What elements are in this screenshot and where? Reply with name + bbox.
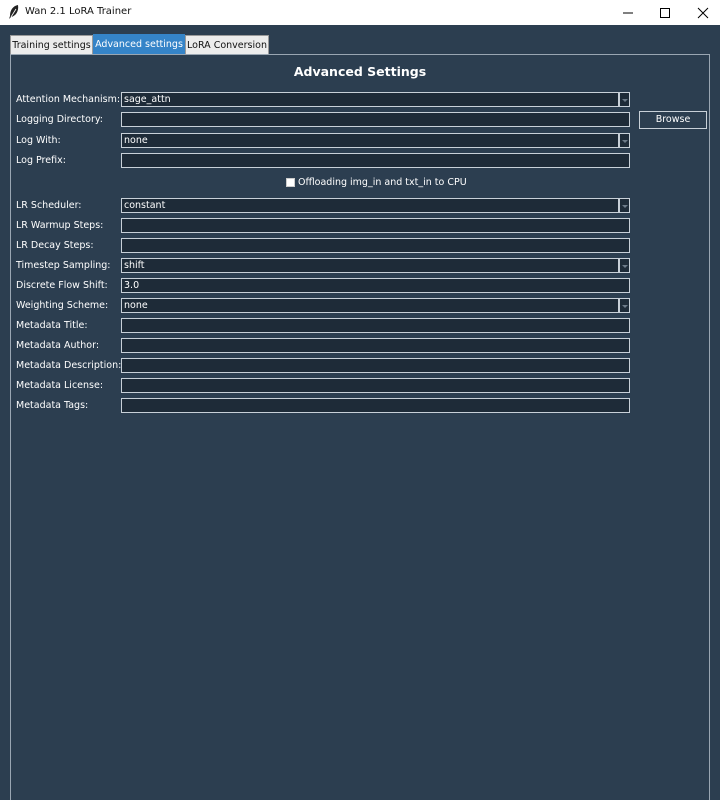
log-prefix-label: Log Prefix: [16,155,66,166]
attention-mechanism-combobox[interactable]: sage_attn [121,92,619,107]
metadata-description-label: Metadata Description: [16,360,122,371]
lr-scheduler-combobox[interactable]: constant [121,198,619,213]
attention-mechanism-label: Attention Mechanism: [16,94,121,105]
panel-heading: Advanced Settings [293,64,427,79]
lr-scheduler-label: LR Scheduler: [16,200,82,211]
weighting-scheme-dropdown-arrow[interactable] [619,298,630,313]
metadata-author-label: Metadata Author: [16,340,100,351]
lr-decay-steps-label: LR Decay Steps: [16,240,94,251]
metadata-description-input[interactable] [121,358,630,373]
log-prefix-input[interactable] [121,153,630,168]
logging-directory-label: Logging Directory: [16,114,104,125]
feather-icon [7,4,21,20]
tab-advanced-settings[interactable]: Advanced settings [93,34,185,54]
timestep-sampling-dropdown-arrow[interactable] [619,258,630,273]
browse-button[interactable]: Browse [639,111,707,129]
window-title: Wan 2.1 LoRA Trainer [25,6,132,17]
close-button[interactable] [680,0,720,25]
title-bar: Wan 2.1 LoRA Trainer [0,0,720,25]
log-with-label: Log With: [16,135,61,146]
logging-directory-input[interactable] [121,112,630,127]
offload-checkbox-label: Offloading img_in and txt_in to CPU [298,177,467,188]
discrete-flow-shift-input[interactable]: 3.0 [121,278,630,293]
metadata-tags-label: Metadata Tags: [16,400,89,411]
weighting-scheme-label: Weighting Scheme: [16,300,109,311]
metadata-tags-input[interactable] [121,398,630,413]
discrete-flow-shift-label: Discrete Flow Shift: [16,280,108,291]
metadata-license-label: Metadata License: [16,380,104,391]
log-with-combobox[interactable]: none [121,133,619,148]
offload-checkbox[interactable] [286,178,295,187]
weighting-scheme-combobox[interactable]: none [121,298,619,313]
metadata-title-label: Metadata Title: [16,320,88,331]
tab-training-settings[interactable]: Training settings [10,35,93,54]
lr-warmup-steps-label: LR Warmup Steps: [16,220,104,231]
timestep-sampling-label: Timestep Sampling: [16,260,111,271]
tab-lora-conversion[interactable]: LoRA Conversion [185,35,269,54]
minimize-icon [623,12,633,14]
maximize-icon [660,8,670,18]
lr-decay-steps-input[interactable] [121,238,630,253]
timestep-sampling-combobox[interactable]: shift [121,258,619,273]
metadata-title-input[interactable] [121,318,630,333]
metadata-license-input[interactable] [121,378,630,393]
lr-scheduler-dropdown-arrow[interactable] [619,198,630,213]
lr-warmup-steps-input[interactable] [121,218,630,233]
attention-mechanism-dropdown-arrow[interactable] [619,92,630,107]
log-with-dropdown-arrow[interactable] [619,133,630,148]
close-icon [697,7,709,19]
metadata-author-input[interactable] [121,338,630,353]
